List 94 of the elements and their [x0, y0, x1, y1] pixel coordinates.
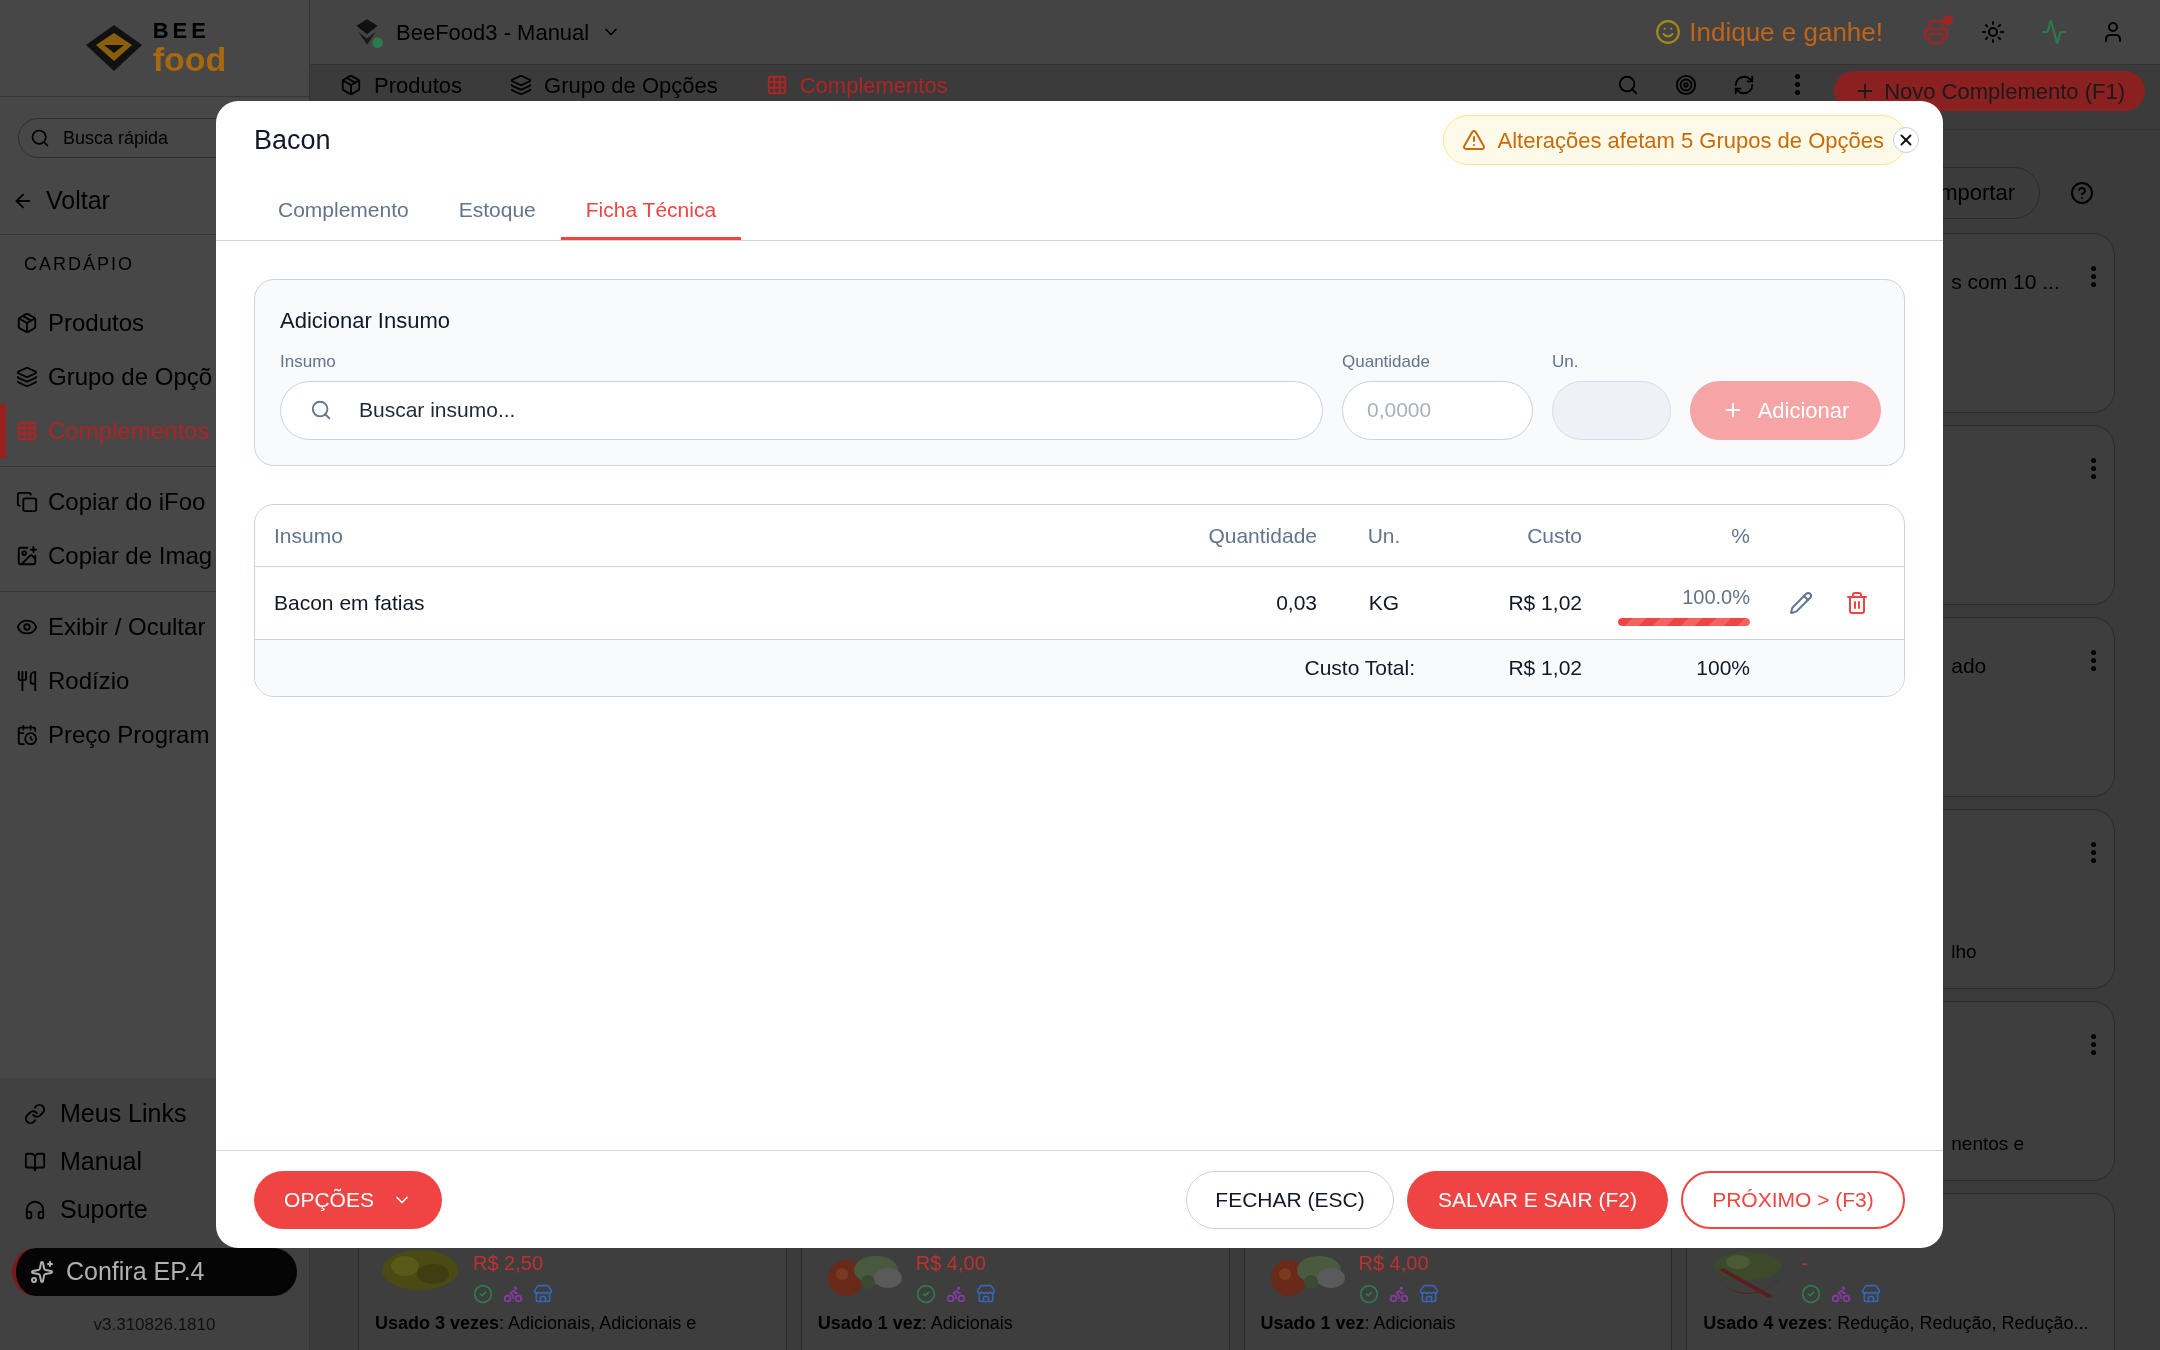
check-circle-icon — [473, 1284, 493, 1304]
column-header: % — [1731, 522, 1750, 549]
page-tab[interactable]: Grupo de Opções — [510, 71, 718, 99]
layers-icon — [510, 74, 533, 96]
dialog-tab[interactable]: Estoque — [433, 182, 561, 240]
activity-icon — [2041, 19, 2067, 45]
page-tab[interactable]: Produtos — [340, 71, 463, 99]
total-label: Custo Total: — [1304, 655, 1416, 682]
card-title: s com 10 ... — [1951, 269, 2060, 295]
search-field[interactable]: Buscar insumo... — [280, 380, 1323, 440]
table-cell-text: Bacon em fatias — [274, 590, 425, 617]
more-icon[interactable] — [2091, 266, 2096, 287]
sidebar-item[interactable]: Preço Program — [0, 707, 309, 762]
logo-text: BEE — [152, 20, 211, 42]
field-label: Insumo — [280, 351, 337, 373]
usage-text: Usado 4 vezes: Redução, Redução, Redução... — [1703, 1312, 2090, 1335]
price-text: - — [1801, 1251, 1809, 1276]
new-complement-button[interactable]: Novo Complemento (F1) — [1834, 71, 2145, 111]
search-icon — [30, 128, 50, 148]
bike-icon — [945, 1284, 966, 1304]
target-icon — [1675, 74, 1698, 96]
referral-link[interactable]: Indique e ganhe! — [1655, 12, 1883, 52]
more-icon[interactable] — [2091, 842, 2096, 863]
logo-text: food — [152, 42, 227, 76]
copy-icon — [16, 490, 38, 513]
options-button[interactable]: OPÇÕES — [254, 1170, 442, 1229]
sparkles-icon — [30, 1260, 54, 1284]
usage-text: Usado 1 vez: Adicionais — [817, 1312, 1014, 1335]
box-icon — [340, 74, 362, 96]
percent-text: 100.0% — [1682, 585, 1750, 610]
layers-icon — [16, 365, 38, 388]
column-header: Un. — [1367, 522, 1401, 549]
price-text: R$ 2,50 — [473, 1251, 545, 1276]
check-circle-icon — [1358, 1284, 1379, 1304]
section-heading: CARDÁPIO — [24, 252, 136, 276]
sidebar-link[interactable]: Meus Links — [0, 1090, 309, 1138]
book-icon — [24, 1151, 46, 1173]
table-cell-text: KG — [1368, 590, 1400, 617]
refresh-icon — [1733, 74, 1756, 96]
store-selector[interactable]: BeeFood3 - Manual — [396, 15, 622, 49]
dialog-tab[interactable]: Complemento — [253, 182, 434, 240]
total-percent: 100% — [1696, 655, 1750, 682]
promo-button[interactable]: Confira EP.4 — [12, 1248, 297, 1296]
bike-icon — [1388, 1284, 1409, 1304]
check-circle-icon — [1801, 1284, 1822, 1304]
close-dialog-button[interactable]: FECHAR (ESC) — [1186, 1170, 1394, 1229]
next-button[interactable]: PRÓXIMO > (F3) — [1681, 1170, 1905, 1229]
grid-icon — [765, 74, 788, 96]
store-icon — [1418, 1284, 1439, 1304]
help-icon — [2070, 180, 2094, 205]
sidebar-item[interactable]: Rodízio — [0, 653, 309, 708]
total-cost: R$ 1,02 — [1508, 655, 1582, 682]
bike-icon — [503, 1284, 523, 1304]
headphones-icon — [24, 1199, 46, 1221]
store-icon — [975, 1284, 996, 1304]
card-description: lho — [1951, 939, 1978, 964]
price-text: R$ 4,00 — [915, 1251, 987, 1276]
save-exit-button[interactable]: SALVAR E SAIR (F2) — [1407, 1170, 1668, 1229]
card-title: ado — [1951, 653, 1987, 679]
store-icon — [1861, 1284, 1882, 1304]
table-cell-text: R$ 1,02 — [1508, 590, 1582, 617]
image-icon — [16, 544, 38, 567]
check-circle-icon — [915, 1284, 936, 1304]
pencil-icon — [1788, 591, 1813, 615]
field-label: Un. — [1552, 351, 1580, 373]
usage-text: Usado 3 vezes: Adicionais, Adicionais e — [375, 1312, 698, 1335]
card-description: nentos e — [1951, 1131, 2026, 1156]
field-label: Quantidade — [1342, 351, 1431, 373]
page-tab[interactable]: Complementos — [765, 71, 948, 99]
more-icon[interactable] — [2091, 650, 2096, 671]
more-icon[interactable] — [2091, 458, 2096, 479]
warning-icon — [1461, 128, 1486, 152]
store-icon — [533, 1284, 553, 1304]
smile-icon — [1655, 19, 1682, 45]
usage-text: Usado 1 vez: Adicionais — [1260, 1312, 1457, 1335]
search-icon — [1617, 74, 1640, 96]
dialog-tab[interactable]: Ficha Técnica — [560, 182, 742, 240]
utensils-icon — [16, 669, 38, 692]
price-text: R$ 4,00 — [1358, 1251, 1430, 1276]
grid-icon — [16, 419, 38, 442]
trash-icon — [1844, 591, 1869, 615]
table-cell-text: 0,03 — [1276, 590, 1317, 617]
printer-icon — [1923, 19, 1949, 45]
more-icon[interactable] — [1795, 74, 1801, 95]
bike-icon — [1831, 1284, 1852, 1304]
column-header: Custo — [1527, 522, 1582, 549]
box-icon — [16, 311, 38, 334]
panel-title: Adicionar Insumo — [280, 307, 451, 335]
more-icon[interactable] — [2091, 1034, 2096, 1055]
column-header: Quantidade — [1208, 522, 1317, 549]
link-icon — [24, 1103, 46, 1125]
quantity-field[interactable]: 0,0000 — [1342, 380, 1533, 440]
sun-icon — [1981, 20, 2005, 44]
calendar-clock-icon — [16, 723, 38, 746]
